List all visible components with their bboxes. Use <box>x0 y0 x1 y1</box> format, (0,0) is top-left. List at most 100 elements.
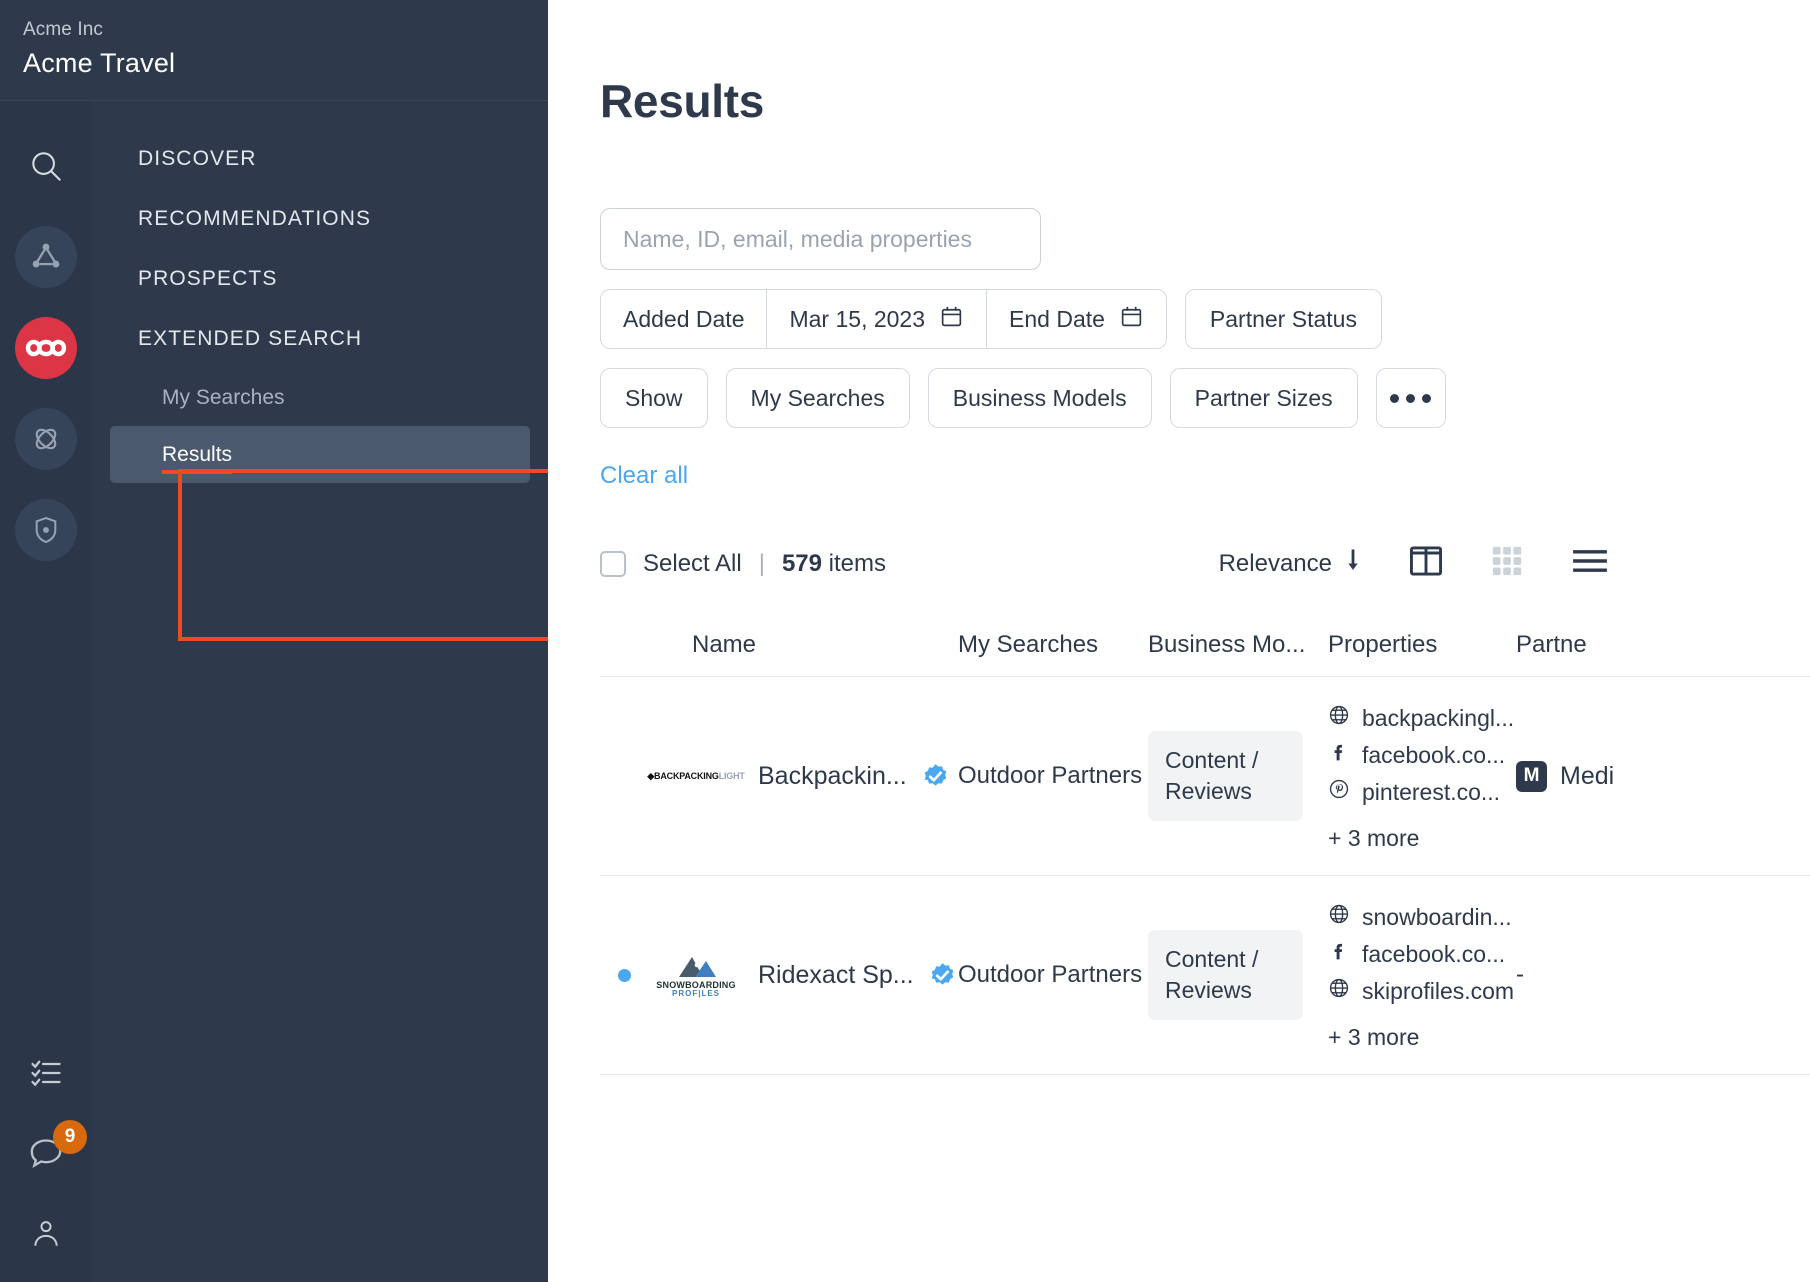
brand-name: Acme Travel <box>23 48 176 78</box>
globe-icon <box>1328 700 1350 737</box>
items-count-unit: items <box>828 549 887 577</box>
medium-badge-icon: M <box>1516 760 1547 792</box>
partner-label: Medi <box>1560 761 1615 790</box>
search-icon[interactable] <box>15 135 77 197</box>
row-partner-cell: M Medi <box>1516 760 1810 792</box>
added-date-label[interactable]: Added Date <box>601 290 768 348</box>
pinterest-icon <box>1328 774 1350 811</box>
user-icon[interactable] <box>15 1202 77 1264</box>
table-header-business-model[interactable]: Business Mo... <box>1148 631 1328 659</box>
sort-label: Relevance <box>1218 549 1332 577</box>
row-my-searches: Outdoor Partners <box>958 762 1143 789</box>
calendar-icon[interactable] <box>939 304 964 335</box>
sidebar-item-prospects[interactable]: PROSPECTS <box>92 249 548 309</box>
property-label: facebook.co... <box>1362 941 1506 967</box>
partner-logo: SNOWBOARDING PROF|LES <box>648 953 744 998</box>
table-header-partner[interactable]: Partne <box>1516 631 1810 659</box>
table-header-row: Name My Searches Business Mo... Properti… <box>600 631 1810 677</box>
atom-icon[interactable] <box>15 408 77 470</box>
clear-all-link[interactable]: Clear all <box>600 462 688 490</box>
filter-row-facets: Show My Searches Business Models Partner… <box>600 368 1810 428</box>
split-view-icon[interactable] <box>1408 545 1444 582</box>
property-label: skiprofiles.com <box>1362 978 1515 1004</box>
infinity-icon[interactable] <box>15 317 77 379</box>
business-model-chip: Content / Reviews <box>1148 930 1303 1020</box>
end-date-cell[interactable]: End Date <box>987 290 1166 348</box>
select-all-checkbox[interactable] <box>600 550 626 577</box>
row-properties-cell: snowboardin... facebook.co... skiprofile… <box>1328 899 1516 1051</box>
checklist-icon[interactable] <box>15 1042 77 1104</box>
property-item[interactable]: snowboardin... <box>1328 899 1516 936</box>
sidebar-nav: DISCOVER RECOMMENDATIONS PROSPECTS EXTEN… <box>92 101 560 1282</box>
business-models-filter[interactable]: Business Models <box>927 368 1152 428</box>
property-item[interactable]: skiprofiles.com <box>1328 973 1516 1010</box>
property-label: snowboardin... <box>1362 904 1512 930</box>
table-header-name[interactable]: Name <box>648 631 958 659</box>
row-name: Backpackin... <box>758 761 907 790</box>
sidebar-item-extended-search[interactable]: EXTENDED SEARCH <box>92 309 548 369</box>
sidebar-item-results[interactable]: Results <box>110 426 530 483</box>
facebook-icon <box>1328 737 1350 774</box>
row-name-cell[interactable]: SNOWBOARDING PROF|LES Ridexact Sp... <box>648 953 958 998</box>
properties-more-link[interactable]: + 3 more <box>1328 1024 1516 1051</box>
items-count: 579 items <box>782 550 886 578</box>
sidebar-item-results-label: Results <box>162 443 233 474</box>
partner-status-filter[interactable]: Partner Status <box>1184 289 1382 349</box>
property-label: backpackingl... <box>1362 705 1515 731</box>
backpackinglight-logo-icon: ◆BACKPACKINGLIGHT <box>647 770 745 781</box>
property-item[interactable]: facebook.co... <box>1328 737 1516 774</box>
property-label: facebook.co... <box>1362 742 1506 768</box>
results-table: Name My Searches Business Mo... Properti… <box>600 631 1810 1075</box>
annotation-highlight-box <box>178 469 560 641</box>
table-row[interactable]: ◆BACKPACKINGLIGHT Backpackin... Outdoor … <box>600 677 1810 876</box>
chat-bubble-wrap: 9 <box>15 1120 87 1202</box>
list-toolbar: Select All | 579 items Relevance <box>600 544 1610 583</box>
sidebar-item-recommendations[interactable]: RECOMMENDATIONS <box>92 189 548 249</box>
row-partner-cell: - <box>1516 961 1810 989</box>
more-filters-button[interactable] <box>1375 368 1446 428</box>
logo-primary-text: BACKPACKING <box>654 770 719 781</box>
grid-view-icon[interactable] <box>1490 544 1524 583</box>
facebook-icon <box>1328 936 1350 973</box>
search-input[interactable] <box>600 208 1041 270</box>
app-root: Acme Inc Acme Travel 9 DISCOVER RECOMMEN… <box>0 0 1810 1282</box>
sidebar-item-discover[interactable]: DISCOVER <box>92 125 548 189</box>
business-model-chip: Content / Reviews <box>1148 731 1303 821</box>
row-selected-dot-icon <box>617 968 631 982</box>
list-view-icon[interactable] <box>1570 547 1610 580</box>
shield-icon[interactable] <box>15 499 77 561</box>
date-range-group: Added Date Mar 15, 2023 End Date <box>600 289 1167 349</box>
sort-control[interactable]: Relevance <box>1219 546 1362 581</box>
table-header-properties[interactable]: Properties <box>1328 631 1516 659</box>
row-name-cell[interactable]: ◆BACKPACKINGLIGHT Backpackin... <box>647 761 958 791</box>
properties-more-link[interactable]: + 3 more <box>1328 825 1516 852</box>
row-select-indicator[interactable] <box>600 968 648 982</box>
show-filter[interactable]: Show <box>600 368 708 428</box>
property-item[interactable]: pinterest.co... <box>1328 774 1516 811</box>
my-searches-filter[interactable]: My Searches <box>725 368 910 428</box>
calendar-icon[interactable] <box>1119 304 1144 335</box>
property-item[interactable]: backpackingl... <box>1328 700 1516 737</box>
logo-secondary-text: LIGHT <box>718 770 745 781</box>
table-header-my-searches[interactable]: My Searches <box>958 631 1148 659</box>
row-my-searches: Outdoor Partners <box>958 961 1143 988</box>
table-row[interactable]: SNOWBOARDING PROF|LES Ridexact Sp... Out… <box>600 876 1810 1075</box>
end-date-label: End Date <box>1009 305 1105 332</box>
partner-sizes-filter[interactable]: Partner Sizes <box>1169 368 1358 428</box>
row-name: Ridexact Sp... <box>758 960 914 989</box>
property-item[interactable]: facebook.co... <box>1328 936 1516 973</box>
sidebar-item-my-searches[interactable]: My Searches <box>92 369 548 426</box>
items-count-number: 579 <box>781 549 822 577</box>
sort-descending-arrow-icon[interactable] <box>1344 546 1362 581</box>
rail-bottom-group: 9 <box>0 1042 92 1282</box>
brand-block: Acme Inc Acme Travel <box>0 0 548 101</box>
network-nodes-icon[interactable] <box>15 226 77 288</box>
partner-label: - <box>1516 961 1524 988</box>
row-properties-cell: backpackingl... facebook.co... pinterest… <box>1328 700 1516 852</box>
sidebar: Acme Inc Acme Travel 9 DISCOVER RECOMMEN… <box>0 0 560 1282</box>
main-content: Results Added Date Mar 15, 2023 <box>548 0 1810 1282</box>
verified-badge-icon <box>921 762 950 791</box>
ellipsis-icon <box>1390 393 1432 403</box>
added-date-value-cell[interactable]: Mar 15, 2023 <box>767 290 988 348</box>
logo-secondary-text: PROF|LES <box>671 988 721 998</box>
